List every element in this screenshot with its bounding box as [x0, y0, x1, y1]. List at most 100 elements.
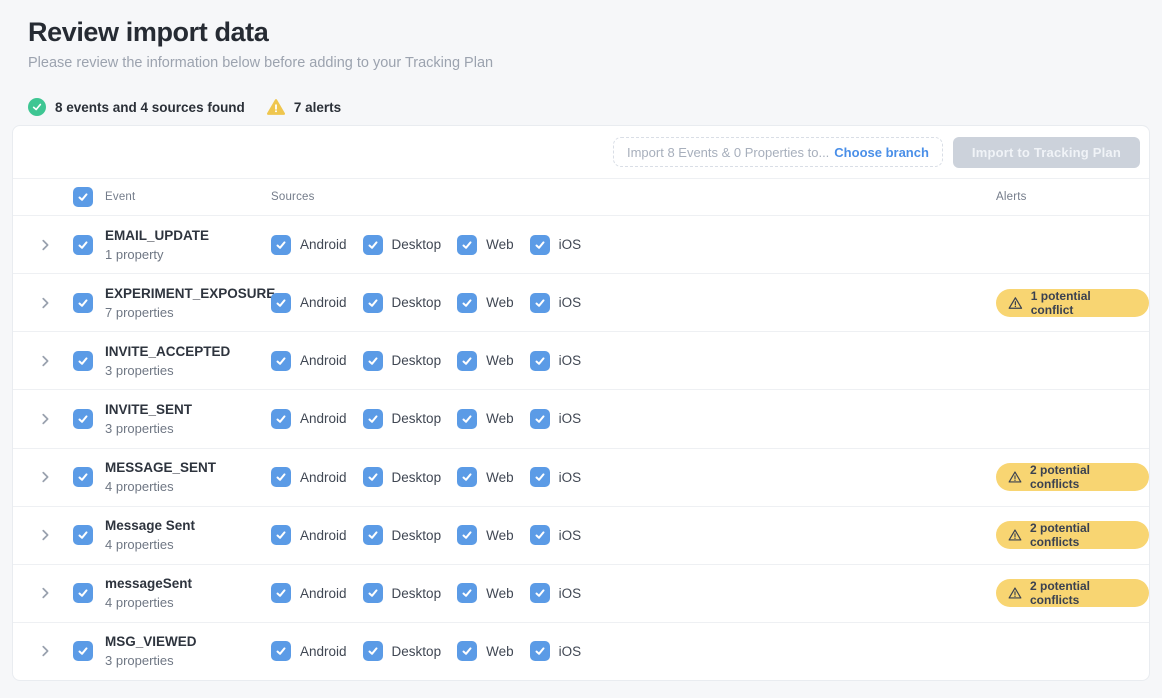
event-checkbox[interactable] [73, 351, 93, 371]
source-label: Desktop [392, 237, 442, 252]
alert-badge: 2 potential conflicts [996, 521, 1149, 549]
sources-cell: Android Desktop Web iOS [271, 351, 996, 371]
import-to-tracking-plan-button[interactable]: Import to Tracking Plan [953, 137, 1140, 168]
alert-triangle-icon [1008, 528, 1022, 542]
event-checkbox[interactable] [73, 409, 93, 429]
event-name: MSG_VIEWED [105, 634, 271, 649]
event-checkbox[interactable] [73, 525, 93, 545]
source-label: Android [300, 295, 347, 310]
source-checkbox[interactable] [530, 235, 550, 255]
expand-chevron-icon[interactable] [35, 296, 55, 310]
source-checkbox[interactable] [530, 641, 550, 661]
source-checkbox[interactable] [457, 525, 477, 545]
source-group: Desktop [363, 467, 442, 487]
source-checkbox[interactable] [363, 235, 383, 255]
source-checkbox[interactable] [271, 409, 291, 429]
source-label: Desktop [392, 586, 442, 601]
expand-chevron-icon[interactable] [35, 470, 55, 484]
expand-chevron-icon[interactable] [35, 644, 55, 658]
source-group: Web [457, 583, 514, 603]
source-label: iOS [559, 528, 582, 543]
alerts-cell: 2 potential conflicts [996, 521, 1149, 549]
source-label: Android [300, 586, 347, 601]
event-checkbox[interactable] [73, 583, 93, 603]
source-checkbox[interactable] [271, 525, 291, 545]
source-group: Desktop [363, 293, 442, 313]
source-label: iOS [559, 470, 582, 485]
expand-chevron-icon[interactable] [35, 528, 55, 542]
expand-chevron-icon[interactable] [35, 354, 55, 368]
source-label: Desktop [392, 644, 442, 659]
event-checkbox[interactable] [73, 235, 93, 255]
source-label: Android [300, 470, 347, 485]
table-body: EMAIL_UPDATE 1 property Android Desktop … [13, 216, 1149, 680]
source-checkbox[interactable] [530, 583, 550, 603]
source-label: Desktop [392, 295, 442, 310]
source-checkbox[interactable] [457, 235, 477, 255]
branch-picker[interactable]: Import 8 Events & 0 Properties to... Cho… [613, 137, 943, 167]
source-checkbox[interactable] [363, 351, 383, 371]
source-checkbox[interactable] [457, 351, 477, 371]
select-all-checkbox[interactable] [73, 187, 93, 207]
page-subtitle: Please review the information below befo… [28, 55, 1134, 71]
source-checkbox[interactable] [363, 409, 383, 429]
sources-cell: Android Desktop Web iOS [271, 409, 996, 429]
source-checkbox[interactable] [457, 467, 477, 487]
page-header: Review import data Please review the inf… [0, 0, 1162, 71]
source-group: iOS [530, 525, 582, 545]
sources-cell: Android Desktop Web iOS [271, 235, 996, 255]
source-label: Web [486, 586, 514, 601]
choose-branch-link[interactable]: Choose branch [834, 145, 929, 160]
alert-badge-label: 2 potential conflicts [1030, 521, 1135, 549]
source-checkbox[interactable] [530, 525, 550, 545]
source-checkbox[interactable] [363, 525, 383, 545]
source-checkbox[interactable] [271, 641, 291, 661]
alerts-cell: 2 potential conflicts [996, 463, 1149, 491]
event-checkbox[interactable] [73, 293, 93, 313]
source-group: Web [457, 351, 514, 371]
source-label: Web [486, 470, 514, 485]
source-checkbox[interactable] [271, 293, 291, 313]
table-row: MSG_VIEWED 3 properties Android Desktop … [13, 623, 1149, 680]
event-properties: 7 properties [105, 305, 271, 320]
expand-chevron-icon[interactable] [35, 238, 55, 252]
source-group: Android [271, 235, 347, 255]
source-checkbox[interactable] [363, 293, 383, 313]
source-checkbox[interactable] [457, 409, 477, 429]
source-group: iOS [530, 351, 582, 371]
source-checkbox[interactable] [271, 351, 291, 371]
source-group: Web [457, 409, 514, 429]
event-checkbox[interactable] [73, 467, 93, 487]
source-group: iOS [530, 409, 582, 429]
table-row: EXPERIMENT_EXPOSURE 7 properties Android… [13, 274, 1149, 332]
source-checkbox[interactable] [271, 235, 291, 255]
source-checkbox[interactable] [530, 409, 550, 429]
expand-chevron-icon[interactable] [35, 586, 55, 600]
source-label: Desktop [392, 411, 442, 426]
sources-cell: Android Desktop Web iOS [271, 641, 996, 661]
source-checkbox[interactable] [457, 641, 477, 661]
source-checkbox[interactable] [530, 293, 550, 313]
source-label: Web [486, 528, 514, 543]
sources-cell: Android Desktop Web iOS [271, 293, 996, 313]
source-checkbox[interactable] [530, 351, 550, 371]
source-group: Desktop [363, 409, 442, 429]
expand-chevron-icon[interactable] [35, 412, 55, 426]
source-group: Android [271, 467, 347, 487]
source-checkbox[interactable] [530, 467, 550, 487]
import-card: Import 8 Events & 0 Properties to... Cho… [12, 125, 1150, 681]
table-row: INVITE_ACCEPTED 3 properties Android Des… [13, 332, 1149, 390]
source-group: Desktop [363, 525, 442, 545]
source-checkbox[interactable] [363, 467, 383, 487]
source-checkbox[interactable] [271, 467, 291, 487]
event-properties: 4 properties [105, 479, 271, 494]
source-checkbox[interactable] [271, 583, 291, 603]
table-row: INVITE_SENT 3 properties Android Desktop… [13, 390, 1149, 448]
source-checkbox[interactable] [363, 583, 383, 603]
source-checkbox[interactable] [457, 293, 477, 313]
event-checkbox[interactable] [73, 641, 93, 661]
source-checkbox[interactable] [363, 641, 383, 661]
summary-row: 8 events and 4 sources found 7 alerts [28, 98, 1162, 116]
alert-badge-label: 1 potential conflict [1031, 289, 1135, 317]
source-checkbox[interactable] [457, 583, 477, 603]
